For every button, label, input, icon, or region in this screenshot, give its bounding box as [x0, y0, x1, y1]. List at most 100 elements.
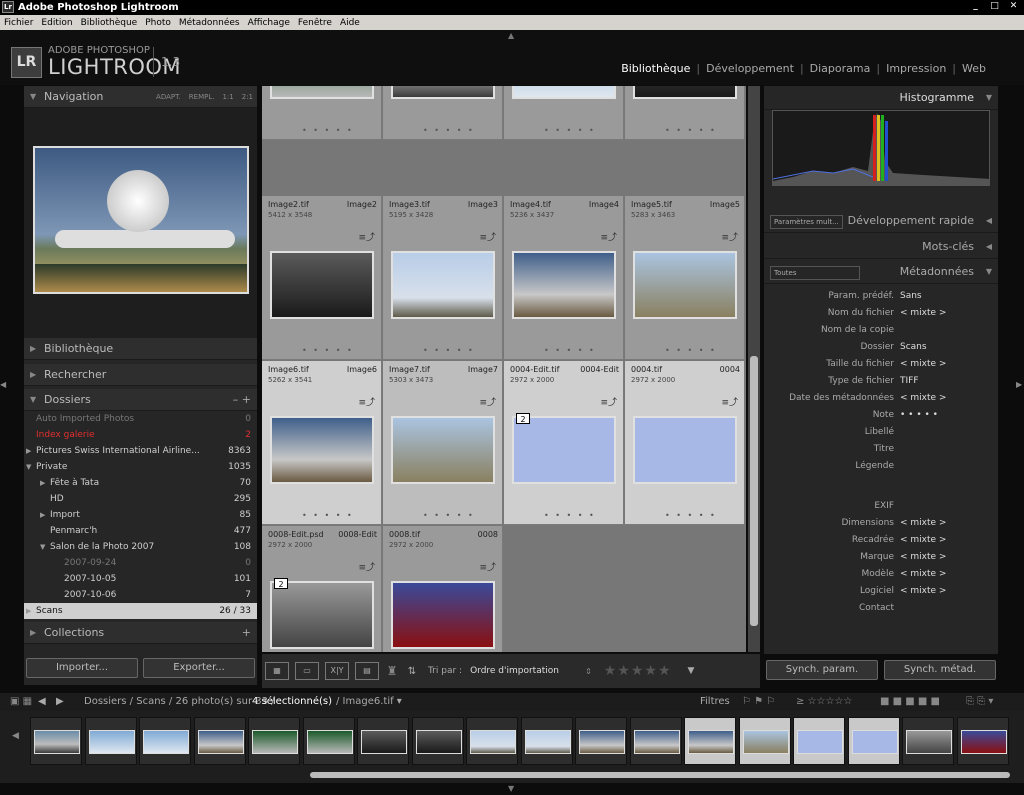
sync-settings-button[interactable]: Synch. param. — [766, 660, 878, 680]
filmstrip-thumb[interactable] — [357, 717, 409, 765]
grid-view-icon[interactable]: ▦ — [265, 662, 289, 680]
filmstrip-thumb[interactable] — [193, 717, 246, 765]
metadata-value[interactable]: < mixte > — [900, 515, 998, 532]
filmstrip-thumb[interactable] — [302, 717, 355, 765]
menu-item[interactable]: Aide — [336, 18, 364, 28]
sort-select[interactable]: Ordre d'importation — [470, 666, 585, 676]
folder-row[interactable]: 2007-10-06 7 — [24, 587, 257, 603]
photo-thumbnail[interactable] — [270, 416, 374, 484]
rating-filter-icon[interactable]: ≥ ☆☆☆☆☆ — [796, 693, 852, 711]
filmstrip-thumb[interactable] — [684, 717, 736, 765]
folder-row[interactable]: ▼ Private 1035 — [24, 459, 257, 475]
filmstrip-scrollbar[interactable] — [310, 772, 1010, 778]
folder-row[interactable]: Penmarc'h 477 — [24, 523, 257, 539]
module-tab[interactable]: Web — [956, 62, 992, 75]
grid-cell[interactable]: 0004-Edit.tif 0004-Edit 2972 x 2000 • • • •… — [504, 361, 624, 525]
flag-icon[interactable]: ≡⤴ — [600, 395, 617, 408]
folders-header[interactable]: ▼ Dossiers – + — [24, 389, 257, 411]
zoom-2-1[interactable]: 2:1 — [242, 86, 253, 108]
photo-thumbnail[interactable] — [633, 416, 737, 484]
menu-item[interactable]: Bibliothèque — [77, 18, 142, 28]
filmstrip-thumb[interactable] — [411, 717, 464, 765]
right-panel-toggle-icon[interactable]: ▶ — [1016, 380, 1024, 390]
folder-toggle-icon[interactable]: ▶ — [26, 603, 31, 619]
quick-develop-header[interactable]: Paramètres mult... Développement rapide ◀ — [764, 209, 998, 233]
photo-thumbnail[interactable] — [391, 416, 495, 484]
maximize-button[interactable]: □ — [988, 0, 1001, 13]
folder-row[interactable]: ▼ Salon de la Photo 2007 108 — [24, 539, 257, 555]
metadata-value[interactable]: • • • • • — [900, 407, 998, 424]
grid-scroll-thumb[interactable] — [750, 356, 758, 626]
survey-view-icon[interactable]: ▤ — [355, 662, 379, 680]
flag-icon[interactable]: ≡⤴ — [358, 230, 375, 243]
grid-cell[interactable]: Image5.tif Image5 5283 x 3463 • • • • • ≡⤴ — [625, 196, 745, 360]
flag-icon[interactable]: ≡⤴ — [479, 560, 496, 573]
photo-thumbnail[interactable] — [512, 251, 616, 319]
filmstrip-thumb[interactable] — [84, 717, 137, 765]
photo-thumbnail[interactable] — [391, 251, 495, 319]
flag-icon[interactable]: ≡⤴ — [358, 395, 375, 408]
left-panel-toggle-icon[interactable]: ◀ — [0, 380, 8, 390]
grid-cell[interactable]: • • • • •≡⤴2 — [625, 86, 745, 140]
toolbar-menu-icon[interactable]: ▼ — [688, 666, 695, 676]
spray-can-icon[interactable]: ♜ — [382, 664, 402, 678]
photo-thumbnail[interactable] — [270, 251, 374, 319]
metadata-value[interactable]: < mixte > — [900, 532, 998, 549]
histogram-header[interactable]: Histogramme ▼ — [764, 86, 998, 110]
folder-toggle-icon[interactable]: ▶ — [40, 475, 45, 491]
module-tab[interactable]: Diaporama — [804, 62, 877, 75]
photo-thumbnail[interactable] — [512, 416, 616, 484]
filmstrip-thumb[interactable] — [30, 717, 82, 765]
metadata-value[interactable] — [900, 458, 998, 498]
folder-row[interactable]: ▶ Pictures Swiss International Airline...… — [24, 443, 257, 459]
library-header[interactable]: ▶ Bibliothèque — [24, 338, 257, 360]
forward-icon[interactable]: ▶ — [56, 693, 64, 711]
flag-icon[interactable]: ≡⤴ — [721, 230, 738, 243]
flag-filter-icon[interactable]: ⚐ ⚑ ⚐ — [742, 693, 775, 711]
metadata-value[interactable]: < mixte > — [900, 390, 998, 407]
grid-cell[interactable]: Image3.tif Image3 5195 x 3428 • • • • • ≡⤴ — [383, 196, 503, 360]
photo-thumbnail[interactable] — [270, 86, 374, 99]
folder-row[interactable]: 2007-09-24 0 — [24, 555, 257, 571]
menu-item[interactable]: Fenêtre — [294, 18, 336, 28]
metadata-filter-select[interactable]: Toutes — [770, 266, 860, 280]
folder-toggle-icon[interactable]: ▶ — [26, 443, 31, 459]
navigator-header[interactable]: ▼ Navigation ADAPT. REMPL. 1:1 2:1 — [24, 86, 257, 108]
metadata-value[interactable] — [900, 322, 998, 339]
menu-item[interactable]: Edition — [37, 18, 76, 28]
color-filter-icon[interactable]: ■ ■ ■ ■ ■ — [880, 693, 940, 711]
keywords-header[interactable]: Mots-clés ◀ — [764, 235, 998, 259]
metadata-value[interactable]: < mixte > — [900, 583, 998, 600]
folder-row[interactable]: Auto Imported Photos 0 — [24, 411, 257, 427]
filmstrip-thumb[interactable] — [466, 717, 518, 765]
sort-direction-icon[interactable]: ⇅ — [402, 666, 422, 677]
grid-cell[interactable]: Image7.tif Image7 5303 x 3473 • • • • • ≡⤴ — [383, 361, 503, 525]
metadata-value[interactable]: Sans — [900, 288, 998, 305]
filmstrip-thumb[interactable] — [847, 717, 900, 765]
photo-thumbnail[interactable] — [391, 581, 495, 649]
flag-icon[interactable]: ≡⤴ — [479, 395, 496, 408]
flag-icon[interactable]: ≡⤴ — [358, 560, 375, 573]
back-icon[interactable]: ◀ — [38, 693, 46, 711]
flag-icon[interactable]: ≡⤴ — [721, 395, 738, 408]
sync-metadata-button[interactable]: Synch. métad. — [884, 660, 996, 680]
filmstrip-thumb[interactable] — [793, 717, 845, 765]
flag-icon[interactable]: ≡⤴ — [600, 230, 617, 243]
sort-chevron-icon[interactable]: ⇕ — [585, 667, 592, 676]
zoom-fill[interactable]: REMPL. — [189, 86, 215, 108]
filmstrip-thumb[interactable] — [956, 717, 1009, 765]
filmstrip-thumb[interactable] — [902, 717, 954, 765]
folder-toggle-icon[interactable]: ▼ — [40, 539, 45, 555]
add-collection-icon[interactable]: + — [242, 622, 251, 644]
metadata-value[interactable]: < mixte > — [900, 305, 998, 322]
compare-view-icon[interactable]: X|Y — [325, 662, 349, 680]
module-tab[interactable]: Développement — [700, 62, 800, 75]
menu-item[interactable]: Fichier — [0, 18, 37, 28]
photo-thumbnail[interactable] — [633, 251, 737, 319]
grid-scrollbar[interactable] — [748, 86, 760, 652]
search-header[interactable]: ▶ Rechercher — [24, 364, 257, 386]
module-tab[interactable]: Bibliothèque — [615, 62, 696, 75]
zoom-1-1[interactable]: 1:1 — [222, 86, 233, 108]
panel-layout-icon[interactable]: ▣ ▦ — [10, 693, 32, 711]
metadata-value[interactable]: Scans — [900, 339, 998, 356]
